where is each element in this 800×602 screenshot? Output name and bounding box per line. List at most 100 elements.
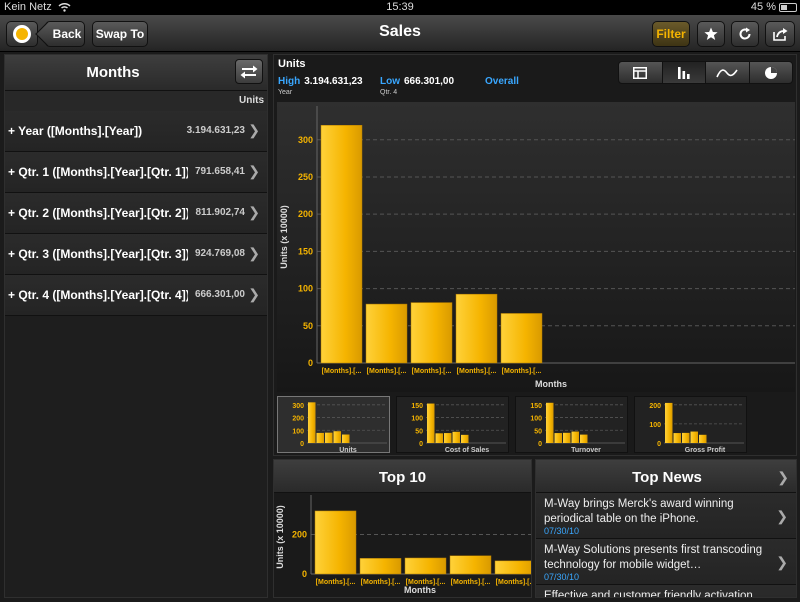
bar	[359, 558, 402, 575]
chevron-right-icon: ❯	[776, 554, 788, 570]
swap-axes-button[interactable]	[235, 59, 263, 84]
bar	[699, 434, 707, 443]
bar	[325, 432, 333, 443]
measure-title: Units	[278, 58, 306, 70]
pie-view-button[interactable]	[750, 62, 793, 83]
high-label: High	[278, 76, 301, 87]
dimension-row-qtr1[interactable]: + Qtr. 1 ([Months].[Year].[Qtr. 1]) 791.6…	[5, 152, 267, 193]
y-tick-label: 200	[649, 403, 661, 410]
bar	[410, 302, 453, 364]
y-tick-label: 100	[292, 428, 304, 435]
news-headline: M-Way brings Merck's award winning perio…	[544, 498, 734, 525]
y-axis-title: Units (x 10000)	[279, 205, 289, 269]
high-stat: High 3.194.631,23	[278, 76, 363, 87]
overall-link[interactable]: Overall	[485, 76, 523, 87]
low-stat: Low 666.301,00	[380, 76, 454, 87]
swap-to-button[interactable]: Swap To	[92, 21, 148, 47]
bar	[455, 293, 498, 364]
dimension-row-year[interactable]: + Year ([Months].[Year]) 3.194.631,23 ❯	[5, 111, 267, 152]
chevron-right-icon: ❯	[248, 204, 260, 220]
battery-level	[781, 5, 788, 10]
chevron-right-icon: ❯	[248, 122, 260, 138]
thumbnail-chart: 0 100 200 300 Units	[292, 402, 387, 454]
bar	[452, 431, 460, 443]
app-logo-button[interactable]	[6, 21, 38, 47]
bar	[320, 125, 363, 364]
table-view-button[interactable]	[619, 62, 663, 83]
measure-thumbnails: 0 100 200 300 Units 0 50 100 150 Cost of Sales 0 50…	[277, 395, 795, 454]
y-tick-label: 50	[303, 321, 313, 331]
high-subtitle: Year	[278, 89, 293, 96]
share-button[interactable]	[765, 21, 795, 47]
dimension-row-qtr3[interactable]: + Qtr. 3 ([Months].[Year].[Qtr. 3]) 924.7…	[5, 234, 267, 275]
thumbnail-label: Gross Profit	[685, 447, 726, 454]
bar	[690, 431, 698, 443]
refresh-button[interactable]	[731, 21, 759, 47]
overall-label: Overall	[485, 76, 519, 87]
main-bar-chart: 0 50 100 150 200 250 300 [Months].[... [Months].…	[277, 102, 795, 392]
bar	[449, 555, 492, 575]
line-chart-icon	[716, 68, 738, 77]
thumbnail-label: Units	[339, 447, 357, 454]
news-header[interactable]: Top News ❯	[536, 460, 796, 493]
x-category-label: [Months].[...	[451, 579, 491, 586]
measure-thumbnail[interactable]: 0 100 200 Gross Profit	[634, 396, 747, 454]
bar	[580, 434, 588, 443]
row-value: 666.301,00	[194, 289, 245, 300]
dimension-row-qtr4[interactable]: + Qtr. 4 ([Months].[Year].[Qtr. 4]) 666.3…	[5, 275, 267, 316]
star-icon	[704, 27, 718, 40]
x-category-label: [Months].[...	[502, 368, 542, 375]
line-view-button[interactable]	[706, 62, 750, 83]
x-axis-title: Months	[404, 585, 436, 595]
y-tick-label: 50	[534, 428, 542, 435]
news-headline: M-Way Solutions presents first transcodi…	[544, 544, 763, 571]
y-tick-label: 0	[419, 441, 423, 448]
bar-view-button[interactable]	[662, 62, 706, 83]
measure-thumbnail[interactable]: 0 50 100 150 Turnover	[515, 396, 628, 454]
filter-button[interactable]: Filter	[652, 21, 690, 47]
bar	[342, 434, 350, 443]
bar	[314, 510, 357, 575]
thumbnail-chart: 0 100 200 Gross Profit	[649, 403, 744, 454]
status-bar: Kein Netz 15:39 45 %	[0, 0, 800, 15]
y-tick-label: 200	[292, 530, 307, 540]
row-label: + Qtr. 1 ([Months].[Year].[Qtr. 1])	[8, 165, 188, 179]
top10-title: Top 10	[274, 460, 531, 493]
news-panel: Top News ❯ M-Way brings Merck's award wi…	[535, 459, 797, 598]
bar	[461, 434, 469, 443]
bar	[333, 431, 341, 443]
low-subtitle: Qtr. 4	[380, 89, 398, 96]
measure-thumbnail[interactable]: 0 50 100 150 Cost of Sales	[396, 396, 509, 454]
row-label: + Qtr. 4 ([Months].[Year].[Qtr. 4])	[8, 288, 188, 302]
chart-panel: Units High 3.194.631,23 Year Low 666.301,0…	[273, 54, 797, 456]
bar	[554, 433, 562, 443]
news-item[interactable]: M-Way Solutions presents first transcodi…	[536, 539, 796, 585]
y-tick-label: 0	[302, 569, 307, 579]
y-tick-label: 50	[415, 428, 423, 435]
x-category-label: [Months].[...	[457, 368, 497, 375]
pie-chart-icon	[764, 66, 777, 79]
thumbnail-label: Turnover	[571, 447, 601, 454]
measure-thumbnail[interactable]: 0 100 200 300 Units	[277, 396, 390, 454]
news-item[interactable]: Effective and customer friendly activati…	[536, 585, 796, 597]
back-button[interactable]: Back	[45, 21, 85, 47]
x-category-label: [Months].[...	[322, 368, 362, 375]
top10-panel: Top 10 0 200 [Months].[... [Months].[... [Mo…	[273, 459, 537, 598]
news-item[interactable]: M-Way brings Merck's award winning perio…	[536, 493, 796, 539]
dimension-title: Months	[86, 64, 140, 81]
news-date: 07/30/10	[544, 572, 580, 582]
chevron-right-icon: ❯	[248, 245, 260, 261]
navigation-bar: Back Swap To Sales Filter	[0, 15, 800, 52]
y-tick-label: 0	[538, 441, 542, 448]
bar	[308, 402, 316, 443]
y-tick-label: 250	[298, 172, 313, 182]
back-button-label: Back	[52, 27, 82, 41]
chevron-right-icon: ❯	[248, 286, 260, 302]
bar	[500, 313, 543, 364]
chevron-right-icon: ❯	[248, 163, 260, 179]
favorite-button[interactable]	[697, 21, 725, 47]
low-label: Low	[380, 76, 400, 87]
thumbnail-label: Cost of Sales	[445, 447, 489, 454]
dimension-row-qtr2[interactable]: + Qtr. 2 ([Months].[Year].[Qtr. 2]) 811.9…	[5, 193, 267, 234]
x-category-label: [Months].[...	[412, 368, 452, 375]
